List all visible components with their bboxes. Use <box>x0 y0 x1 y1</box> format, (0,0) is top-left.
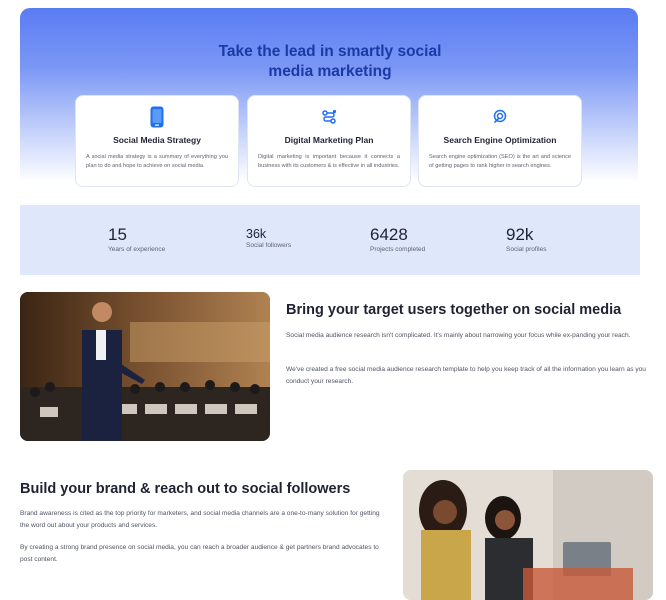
section-paragraph: By creating a strong brand presence on s… <box>20 544 379 563</box>
card-title: Digital Marketing Plan <box>284 135 374 145</box>
card-description: Search engine optimization (SEO) is the … <box>429 154 571 169</box>
stat-label: Years of experience <box>108 246 166 253</box>
section-paragraph: We've created a free social media audien… <box>286 366 646 385</box>
stat-social-followers: 36k Social followers <box>246 227 291 249</box>
card-title: Social Media Strategy <box>113 135 201 145</box>
stat-years-experience: 15 Years of experience <box>108 225 165 253</box>
section-heading-target-users: Bring your target users together on soci… <box>286 302 622 318</box>
stat-label: Social followers <box>246 242 292 249</box>
stat-label: Social profiles <box>506 246 547 253</box>
stat-value: 92k <box>506 225 534 244</box>
stat-projects-completed: 6428 Projects completed <box>370 225 425 253</box>
stat-social-profiles: 92k Social profiles <box>506 225 546 253</box>
card-description: Digital marketing is important because i… <box>258 154 400 169</box>
seo-icon <box>492 106 508 128</box>
stats-bar: 15 Years of experience 36k Social follow… <box>20 205 640 275</box>
route-icon <box>321 106 337 128</box>
card-title: Search Engine Optimization <box>443 135 557 145</box>
stat-value: 15 <box>108 225 127 244</box>
stat-label: Projects completed <box>370 246 426 253</box>
section-heading-build-brand: Build your brand & reach out to social f… <box>20 481 351 497</box>
conference-speaker-image <box>20 292 270 441</box>
service-card-digital-marketing-plan[interactable]: Digital Marketing Plan Digital marketing… <box>247 95 411 187</box>
smartphone-icon <box>149 106 165 128</box>
section-paragraph: Brand awareness is cited as the top prio… <box>20 510 380 529</box>
stat-value: 6428 <box>370 225 408 244</box>
card-description: A social media strategy is a summary of … <box>86 154 228 169</box>
hero-title: Take the lead in smartly social media ma… <box>218 43 442 80</box>
section-paragraph: Social media audience research isn't com… <box>286 332 631 339</box>
team-laptop-image <box>403 470 653 600</box>
service-card-social-media-strategy[interactable]: Social Media Strategy A social media str… <box>75 95 239 187</box>
service-card-seo[interactable]: Search Engine Optimization Search engine… <box>418 95 582 187</box>
stat-value: 36k <box>246 227 267 241</box>
